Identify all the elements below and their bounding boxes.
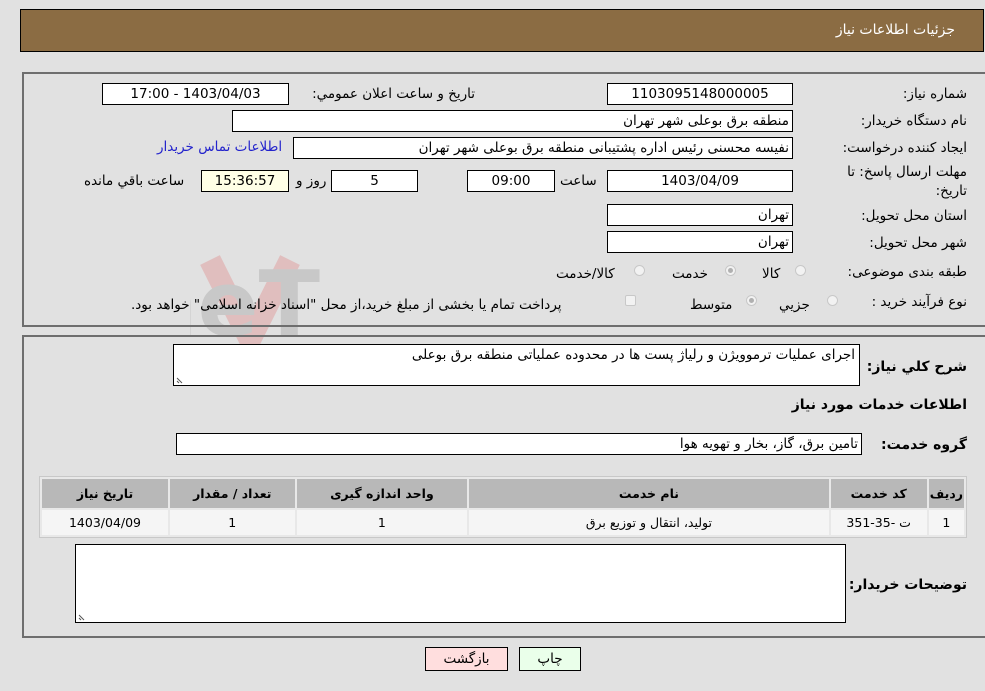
announce-datetime-label: تاریخ و ساعت اعلان عمومي:	[312, 86, 475, 102]
deadline-time-field: 09:00	[467, 170, 555, 192]
description-textarea[interactable]: اجرای عملیات ترموویژن و رلیاژ پست ها در …	[173, 344, 860, 386]
category-option-service: خدمت	[672, 266, 708, 282]
services-table: ردیف کد خدمت نام خدمت واحد اندازه گیری ت…	[39, 476, 967, 538]
services-section-title: اطلاعات خدمات مورد نیاز	[791, 397, 967, 413]
cell-need-date: 1403/04/09	[42, 510, 168, 535]
category-radio-goods[interactable]	[795, 265, 806, 276]
remaining-days-field: 5	[331, 170, 418, 192]
announce-datetime-field: 1403/04/03 - 17:00	[102, 83, 289, 105]
deadline-label-line2: تاریخ:	[935, 183, 967, 199]
deadline-date-field: 1403/04/09	[607, 170, 793, 192]
col-header-service-name: نام خدمت	[469, 479, 829, 508]
category-option-goods: کالا	[762, 266, 781, 282]
page-header: جزئیات اطلاعات نیاز	[20, 9, 984, 52]
page-title: جزئیات اطلاعات نیاز	[835, 22, 955, 38]
buyer-notes-label: توضیحات خریدار:	[848, 577, 967, 593]
process-radio-medium[interactable]	[746, 295, 757, 306]
category-radio-service[interactable]	[725, 265, 736, 276]
cell-service-code: ت -35-351	[830, 510, 927, 535]
buyer-notes-textarea[interactable]	[75, 544, 846, 623]
process-option-medium: متوسط	[690, 297, 733, 313]
col-header-need-date: تاریخ نیاز	[42, 479, 168, 508]
cell-quantity: 1	[169, 510, 295, 535]
buyer-contact-link[interactable]: اطلاعات تماس خریدار	[157, 139, 282, 155]
category-label: طبقه بندی موضوعی:	[847, 264, 967, 280]
need-number-field: 1103095148000005	[607, 83, 793, 105]
process-label: نوع فرآیند خرید :	[871, 294, 967, 310]
table-header-row: ردیف کد خدمت نام خدمت واحد اندازه گیری ت…	[42, 479, 964, 508]
description-label: شرح کلي نياز:	[866, 359, 967, 375]
process-radio-minor[interactable]	[827, 295, 838, 306]
service-group-field: تامین برق، گاز، بخار و تهویه هوا	[176, 433, 862, 455]
need-number-label: شماره نیاز:	[902, 86, 967, 102]
city-field: تهران	[607, 231, 793, 253]
category-radio-goods-service[interactable]	[634, 265, 645, 276]
description-text: اجرای عملیات ترموویژن و رلیاژ پست ها در …	[411, 347, 855, 363]
resize-grip-icon[interactable]	[176, 375, 185, 384]
treasury-checkbox[interactable]	[625, 295, 636, 306]
requester-label: ایجاد کننده درخواست:	[842, 140, 967, 156]
cell-unit: 1	[296, 510, 468, 535]
cell-service-name: تولید، انتقال و توزیع برق	[469, 510, 829, 535]
buyer-org-field: منطقه برق بوعلی شهر تهران	[232, 110, 793, 132]
col-header-quantity: تعداد / مقدار	[169, 479, 295, 508]
buyer-org-label: نام دستگاه خریدار:	[860, 113, 967, 129]
col-header-row-number: ردیف	[928, 479, 964, 508]
province-field: تهران	[607, 204, 793, 226]
days-label: روز و	[296, 173, 327, 189]
deadline-label-line1: مهلت ارسال پاسخ: تا	[847, 164, 967, 180]
deadline-time-label: ساعت	[560, 173, 597, 189]
back-button[interactable]: بازگشت	[425, 647, 508, 671]
requester-field: نفیسه محسنی رئیس اداره پشتیبانی منطقه بر…	[293, 137, 793, 159]
remaining-time-field: 15:36:57	[201, 170, 289, 192]
service-group-label: گروه خدمت:	[881, 437, 967, 453]
cell-row-number: 1	[928, 510, 964, 535]
print-button[interactable]: چاپ	[519, 647, 581, 671]
col-header-unit: واحد اندازه گیری	[296, 479, 468, 508]
process-option-minor: جزيي	[779, 297, 810, 313]
table-row: 1 ت -35-351 تولید، انتقال و توزیع برق 1 …	[42, 510, 964, 535]
treasury-note: پرداخت تمام یا بخشی از مبلغ خرید،از محل …	[131, 297, 562, 313]
province-label: استان محل تحویل:	[861, 208, 967, 224]
remaining-label: ساعت باقي مانده	[84, 173, 185, 189]
category-option-goods-service: کالا/خدمت	[556, 266, 615, 282]
resize-grip-icon[interactable]	[78, 612, 87, 621]
col-header-service-code: کد خدمت	[830, 479, 927, 508]
city-label: شهر محل تحویل:	[869, 235, 967, 251]
